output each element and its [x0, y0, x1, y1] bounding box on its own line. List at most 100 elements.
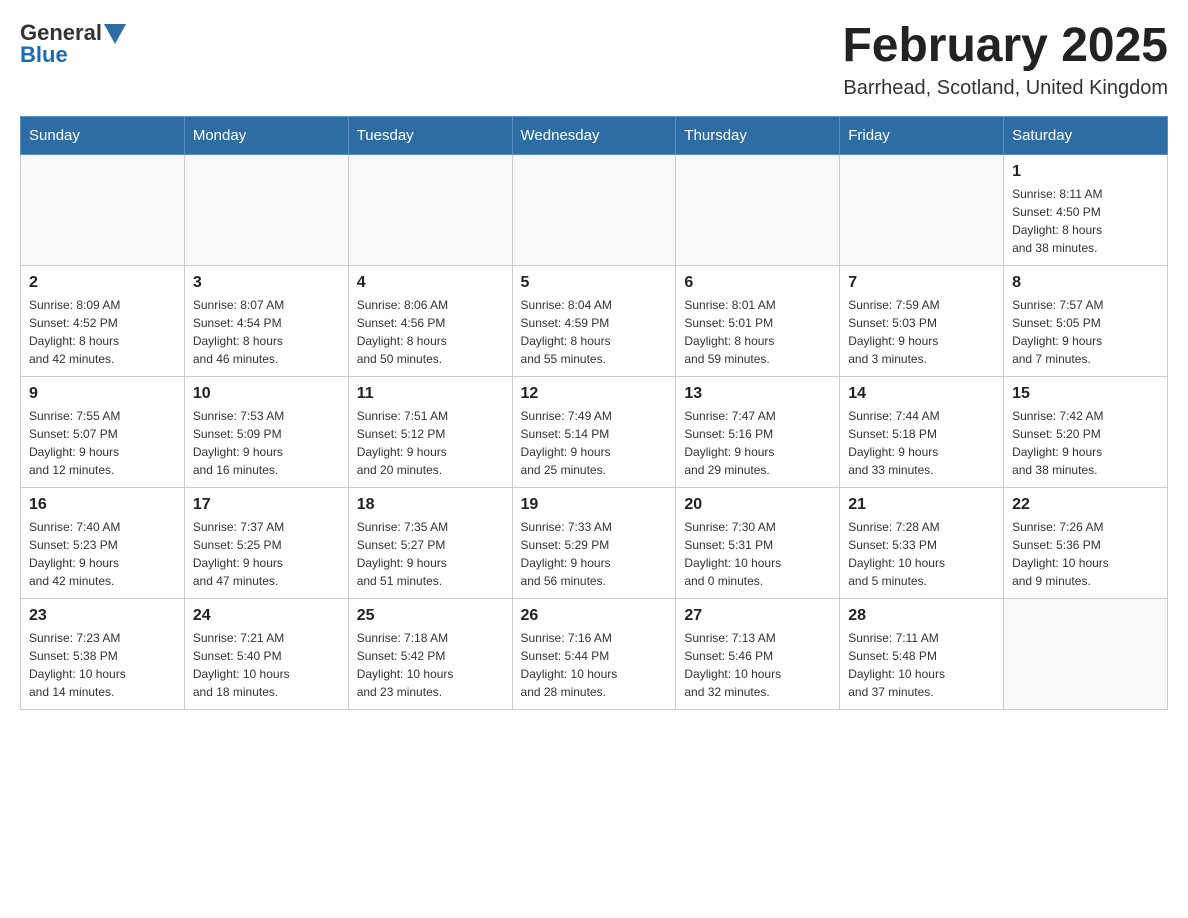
- calendar-cell: 4 Sunrise: 8:06 AM Sunset: 4:56 PM Daylig…: [348, 265, 512, 376]
- day-info: Sunrise: 7:33 AM Sunset: 5:29 PM Dayligh…: [521, 518, 668, 590]
- calendar-cell: 17 Sunrise: 7:37 AM Sunset: 5:25 PM Dayli…: [184, 487, 348, 598]
- day-number: 21: [848, 496, 995, 514]
- calendar-body: 1 Sunrise: 8:11 AM Sunset: 4:50 PM Daylig…: [21, 154, 1168, 709]
- calendar-cell: 5Sunrise: 8:04 AM Sunset: 4:59 PM Daylig…: [512, 265, 676, 376]
- calendar-cell: 3 Sunrise: 8:07 AM Sunset: 4:54 PM Daylig…: [184, 265, 348, 376]
- day-number: 5: [521, 274, 668, 292]
- header-day-friday: Friday: [840, 116, 1004, 154]
- calendar-cell: 6 Sunrise: 8:01 AM Sunset: 5:01 PM Daylig…: [676, 265, 840, 376]
- day-number: 4: [357, 274, 504, 292]
- calendar-table: SundayMondayTuesdayWednesdayThursdayFrid…: [20, 116, 1168, 710]
- calendar-cell: 18Sunrise: 7:35 AM Sunset: 5:27 PM Dayli…: [348, 487, 512, 598]
- day-number: 25: [357, 607, 504, 625]
- calendar-cell: 24Sunrise: 7:21 AM Sunset: 5:40 PM Dayli…: [184, 598, 348, 709]
- day-info: Sunrise: 7:13 AM Sunset: 5:46 PM Dayligh…: [684, 629, 831, 701]
- header-day-tuesday: Tuesday: [348, 116, 512, 154]
- day-number: 10: [193, 385, 340, 403]
- day-info: Sunrise: 8:07 AM Sunset: 4:54 PM Dayligh…: [193, 296, 340, 368]
- title-section: February 2025 Barrhead, Scotland, United…: [842, 20, 1168, 100]
- week-row-5: 23 Sunrise: 7:23 AM Sunset: 5:38 PM Dayli…: [21, 598, 1168, 709]
- day-info: Sunrise: 7:47 AM Sunset: 5:16 PM Dayligh…: [684, 407, 831, 479]
- day-info: Sunrise: 7:37 AM Sunset: 5:25 PM Dayligh…: [193, 518, 340, 590]
- header-day-monday: Monday: [184, 116, 348, 154]
- day-info: Sunrise: 7:55 AM Sunset: 5:07 PM Dayligh…: [29, 407, 176, 479]
- location-title: Barrhead, Scotland, United Kingdom: [842, 77, 1168, 100]
- day-number: 1: [1012, 163, 1159, 181]
- calendar-cell: 25 Sunrise: 7:18 AM Sunset: 5:42 PM Dayli…: [348, 598, 512, 709]
- day-number: 11: [357, 385, 504, 403]
- calendar-cell: 12 Sunrise: 7:49 AM Sunset: 5:14 PM Dayli…: [512, 376, 676, 487]
- calendar-cell: 21 Sunrise: 7:28 AM Sunset: 5:33 PM Dayli…: [840, 487, 1004, 598]
- day-info: Sunrise: 7:42 AM Sunset: 5:20 PM Dayligh…: [1012, 407, 1159, 479]
- calendar-cell: [1004, 598, 1168, 709]
- calendar-cell: 22Sunrise: 7:26 AM Sunset: 5:36 PM Dayli…: [1004, 487, 1168, 598]
- day-info: Sunrise: 7:30 AM Sunset: 5:31 PM Dayligh…: [684, 518, 831, 590]
- calendar-cell: 26 Sunrise: 7:16 AM Sunset: 5:44 PM Dayli…: [512, 598, 676, 709]
- calendar-cell: [184, 154, 348, 265]
- day-info: Sunrise: 7:16 AM Sunset: 5:44 PM Dayligh…: [521, 629, 668, 701]
- day-number: 22: [1012, 496, 1159, 514]
- day-info: Sunrise: 7:53 AM Sunset: 5:09 PM Dayligh…: [193, 407, 340, 479]
- calendar-cell: [676, 154, 840, 265]
- day-number: 12: [521, 385, 668, 403]
- day-info: Sunrise: 7:28 AM Sunset: 5:33 PM Dayligh…: [848, 518, 995, 590]
- day-info: Sunrise: 7:23 AM Sunset: 5:38 PM Dayligh…: [29, 629, 176, 701]
- day-number: 28: [848, 607, 995, 625]
- day-info: Sunrise: 7:21 AM Sunset: 5:40 PM Dayligh…: [193, 629, 340, 701]
- calendar-cell: 7 Sunrise: 7:59 AM Sunset: 5:03 PM Daylig…: [840, 265, 1004, 376]
- day-info: Sunrise: 7:59 AM Sunset: 5:03 PM Dayligh…: [848, 296, 995, 368]
- day-info: Sunrise: 7:44 AM Sunset: 5:18 PM Dayligh…: [848, 407, 995, 479]
- header-day-sunday: Sunday: [21, 116, 185, 154]
- day-info: Sunrise: 8:01 AM Sunset: 5:01 PM Dayligh…: [684, 296, 831, 368]
- calendar-cell: [840, 154, 1004, 265]
- day-number: 8: [1012, 274, 1159, 292]
- day-number: 26: [521, 607, 668, 625]
- calendar-cell: 19 Sunrise: 7:33 AM Sunset: 5:29 PM Dayli…: [512, 487, 676, 598]
- week-row-2: 2 Sunrise: 8:09 AM Sunset: 4:52 PM Daylig…: [21, 265, 1168, 376]
- calendar-cell: 27 Sunrise: 7:13 AM Sunset: 5:46 PM Dayli…: [676, 598, 840, 709]
- week-row-1: 1 Sunrise: 8:11 AM Sunset: 4:50 PM Daylig…: [21, 154, 1168, 265]
- calendar-cell: 8Sunrise: 7:57 AM Sunset: 5:05 PM Daylig…: [1004, 265, 1168, 376]
- header-day-saturday: Saturday: [1004, 116, 1168, 154]
- logo: General Blue: [20, 20, 126, 68]
- calendar-cell: 23 Sunrise: 7:23 AM Sunset: 5:38 PM Dayli…: [21, 598, 185, 709]
- day-info: Sunrise: 7:49 AM Sunset: 5:14 PM Dayligh…: [521, 407, 668, 479]
- day-info: Sunrise: 7:11 AM Sunset: 5:48 PM Dayligh…: [848, 629, 995, 701]
- day-number: 17: [193, 496, 340, 514]
- month-title: February 2025: [842, 20, 1168, 73]
- logo-text-blue: Blue: [20, 42, 68, 68]
- day-info: Sunrise: 7:51 AM Sunset: 5:12 PM Dayligh…: [357, 407, 504, 479]
- day-number: 27: [684, 607, 831, 625]
- header-day-thursday: Thursday: [676, 116, 840, 154]
- day-number: 3: [193, 274, 340, 292]
- day-info: Sunrise: 8:06 AM Sunset: 4:56 PM Dayligh…: [357, 296, 504, 368]
- calendar-cell: 1 Sunrise: 8:11 AM Sunset: 4:50 PM Daylig…: [1004, 154, 1168, 265]
- calendar-cell: 2 Sunrise: 8:09 AM Sunset: 4:52 PM Daylig…: [21, 265, 185, 376]
- day-number: 15: [1012, 385, 1159, 403]
- day-number: 6: [684, 274, 831, 292]
- calendar-cell: 16Sunrise: 7:40 AM Sunset: 5:23 PM Dayli…: [21, 487, 185, 598]
- day-info: Sunrise: 8:11 AM Sunset: 4:50 PM Dayligh…: [1012, 185, 1159, 257]
- day-number: 16: [29, 496, 176, 514]
- day-number: 2: [29, 274, 176, 292]
- day-number: 14: [848, 385, 995, 403]
- day-info: Sunrise: 8:09 AM Sunset: 4:52 PM Dayligh…: [29, 296, 176, 368]
- calendar-cell: [348, 154, 512, 265]
- week-row-3: 9 Sunrise: 7:55 AM Sunset: 5:07 PM Daylig…: [21, 376, 1168, 487]
- week-row-4: 16Sunrise: 7:40 AM Sunset: 5:23 PM Dayli…: [21, 487, 1168, 598]
- day-info: Sunrise: 7:18 AM Sunset: 5:42 PM Dayligh…: [357, 629, 504, 701]
- day-number: 7: [848, 274, 995, 292]
- day-number: 23: [29, 607, 176, 625]
- calendar-cell: 28 Sunrise: 7:11 AM Sunset: 5:48 PM Dayli…: [840, 598, 1004, 709]
- day-number: 13: [684, 385, 831, 403]
- calendar-cell: 20 Sunrise: 7:30 AM Sunset: 5:31 PM Dayli…: [676, 487, 840, 598]
- day-number: 9: [29, 385, 176, 403]
- header-day-wednesday: Wednesday: [512, 116, 676, 154]
- calendar-cell: 15 Sunrise: 7:42 AM Sunset: 5:20 PM Dayli…: [1004, 376, 1168, 487]
- day-number: 18: [357, 496, 504, 514]
- day-number: 20: [684, 496, 831, 514]
- calendar-cell: [21, 154, 185, 265]
- calendar-cell: [512, 154, 676, 265]
- calendar-cell: 14 Sunrise: 7:44 AM Sunset: 5:18 PM Dayli…: [840, 376, 1004, 487]
- day-number: 19: [521, 496, 668, 514]
